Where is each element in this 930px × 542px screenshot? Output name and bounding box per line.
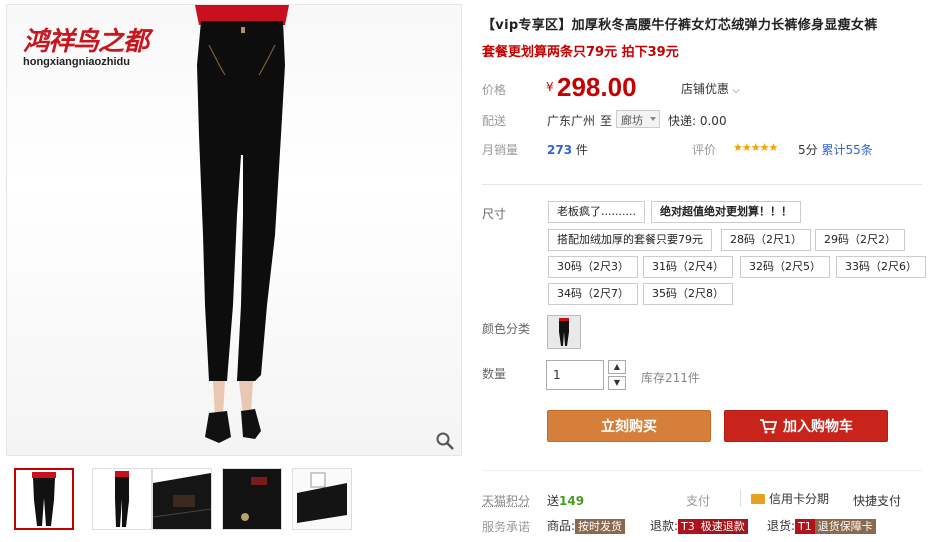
quick-pay[interactable]: 快捷支付 [853, 492, 901, 509]
size-option[interactable]: 绝对超值绝对更划算！！！ [651, 201, 801, 223]
return-tier-badge: T1 [795, 519, 815, 534]
price-label: 价格 [482, 83, 507, 97]
color-label: 颜色分类 [482, 322, 531, 336]
size-option[interactable]: 32码（2尺5） [740, 256, 830, 278]
quantity-label: 数量 [482, 367, 507, 381]
size-option[interactable]: 31码（2尺4） [643, 256, 733, 278]
rating-group: 5分 累计55条 [798, 141, 873, 158]
size-option[interactable]: 29码（2尺2） [815, 229, 905, 251]
sales-label: 月销量 [482, 143, 519, 157]
destination-select[interactable]: 廊坊 [616, 110, 660, 128]
thumbnail-2[interactable] [92, 468, 152, 530]
shop-promo-label: 店铺优惠 [681, 82, 730, 96]
goods-label: 商品: [547, 519, 576, 533]
refund-label: 退款: [650, 519, 679, 533]
thumbnail-5[interactable] [292, 468, 352, 530]
shop-promo-dropdown[interactable]: 店铺优惠 ⌵ [681, 80, 740, 97]
size-option[interactable]: 搭配加绒加厚的套餐只要79元 [548, 229, 712, 251]
points-prefix: 送 [547, 494, 560, 508]
sales-unit: 件 [575, 143, 588, 157]
refund-tier-badge: T3 [678, 519, 698, 534]
service-label: 服务承诺 [482, 520, 531, 534]
increase-icon[interactable]: ▲ [608, 360, 626, 374]
price-value: 298.00 [557, 72, 637, 102]
chevron-down-icon [650, 117, 656, 121]
jeans-product-photo [195, 5, 289, 443]
service-goods: 商品: 按时发货 [547, 517, 626, 534]
thumbnail-3[interactable] [152, 468, 212, 530]
brand-logo: 鸿祥鸟之都 hongxiangniaozhidu [23, 21, 149, 68]
pay-label: 支付 [686, 494, 711, 508]
brand-logo-text: 鸿祥鸟之都 [23, 27, 149, 57]
reviews-link[interactable]: 累计55条 [821, 143, 872, 157]
decrease-icon[interactable]: ▼ [608, 376, 626, 390]
divider [482, 470, 922, 471]
credit-payment[interactable]: 信用卡分期 [740, 490, 829, 507]
service-return: 退货: T1 退货保障卡 [767, 517, 876, 534]
main-product-image[interactable]: 鸿祥鸟之都 hongxiangniaozhidu [6, 4, 462, 456]
sales-count-group: 273 件 [547, 141, 588, 158]
chevron-down-icon: ⌵ [729, 85, 740, 96]
buy-now-button[interactable]: 立刻购买 [547, 410, 711, 442]
divider [482, 184, 922, 185]
points-value: 149 [559, 494, 585, 508]
thumbnail-4[interactable] [222, 468, 282, 530]
add-to-cart-button[interactable]: 加入购物车 [724, 410, 888, 442]
size-option[interactable]: 28码（2尺1） [721, 229, 811, 251]
size-option[interactable]: 老板疯了.......... [548, 201, 645, 223]
currency-symbol: ¥ [546, 80, 554, 94]
size-label: 尺寸 [482, 207, 507, 221]
points-label[interactable]: 天猫积分 [482, 492, 530, 509]
size-option[interactable]: 33码（2尺6） [836, 256, 926, 278]
destination-value: 廊坊 [621, 114, 643, 127]
product-title: 【vip专享区】加厚秋冬高腰牛仔裤女灯芯绒弹力长裤修身显瘦女裤 [482, 18, 878, 33]
return-label: 退货: [767, 519, 796, 533]
rating-stars: ★★★★★ [733, 141, 778, 154]
shipping-to-label: 至 [600, 114, 613, 128]
stock-text: 库存211件 [641, 371, 700, 385]
points-group: 送149 [547, 492, 584, 509]
rating-score: 5分 [798, 143, 818, 157]
sales-count: 273 [547, 143, 573, 157]
rating-label: 评价 [692, 143, 717, 157]
credit-card-icon [751, 494, 765, 504]
shipping-from: 广东广州 [547, 114, 596, 128]
thumbnail-1[interactable] [14, 468, 74, 530]
size-option[interactable]: 30码（2尺3） [548, 256, 638, 278]
zoom-icon[interactable] [435, 431, 455, 451]
size-option[interactable]: 35码（2尺8） [643, 283, 733, 305]
return-guarantee-badge[interactable]: 退货保障卡 [814, 519, 876, 534]
credit-label: 信用卡分期 [769, 492, 830, 506]
size-option[interactable]: 34码（2尺7） [548, 283, 638, 305]
cart-icon [760, 419, 778, 434]
shipping-fee: 快递: 0.00 [668, 114, 727, 128]
shipping-label: 配送 [482, 114, 507, 128]
fast-refund-badge[interactable]: 极速退款 [697, 519, 748, 534]
color-swatch[interactable] [547, 315, 581, 349]
on-time-badge[interactable]: 按时发货 [575, 519, 626, 534]
quantity-input[interactable]: 1 [546, 360, 604, 390]
service-refund: 退款: T3 极速退款 [650, 517, 748, 534]
add-to-cart-label: 加入购物车 [783, 419, 853, 435]
brand-logo-subtext: hongxiangniaozhidu [23, 56, 130, 68]
promo-text: 套餐更划算两条只79元 拍下39元 [482, 45, 679, 60]
